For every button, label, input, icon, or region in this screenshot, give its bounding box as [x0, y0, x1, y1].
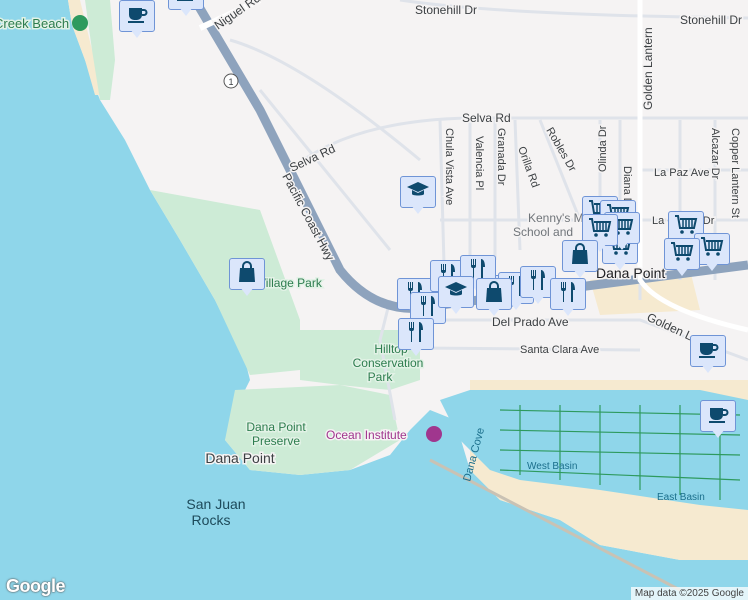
ocean-institute-label[interactable]: Ocean Institute	[325, 427, 409, 444]
marker-box	[550, 278, 586, 310]
cart-icon	[669, 240, 695, 269]
coffee-marker[interactable]	[119, 0, 155, 40]
restaurant-icon	[525, 268, 551, 297]
coffee-icon	[705, 402, 731, 431]
coffee-marker[interactable]	[168, 0, 204, 18]
map-canvas[interactable]: 1 Creek Beach Stonehill Dr Stonehill Dr …	[0, 0, 748, 600]
granada-dr-label: Granada Dr	[495, 128, 507, 186]
marker-pointer	[561, 307, 575, 316]
marker-pointer	[705, 262, 719, 271]
marker-box	[400, 176, 436, 208]
marker-box	[119, 0, 155, 32]
museum-icon[interactable]	[426, 426, 442, 442]
marker-pointer	[711, 429, 725, 438]
stonehill-dr-label: Stonehill Dr	[415, 3, 477, 17]
google-logo: Google	[6, 576, 66, 596]
golden-lantern-label: Golden Lantern	[641, 27, 655, 110]
marker-pointer	[531, 295, 545, 304]
santa-clara-ave-label: Santa Clara Ave	[520, 344, 599, 356]
san-juan-rocks-label-1: San Juan	[186, 496, 245, 512]
valencia-pl-label: Valencia Pl	[473, 136, 485, 190]
marker-pointer	[675, 267, 689, 276]
preserve-label-1[interactable]: Dana Point	[245, 419, 308, 436]
marker-pointer	[449, 305, 463, 314]
marker-box	[664, 238, 700, 270]
shopping-marker[interactable]	[476, 278, 512, 318]
la-paz-ave-label: La Paz Ave	[654, 167, 709, 179]
stonehill-dr-label-2: Stonehill Dr	[680, 13, 742, 27]
coffee-marker[interactable]	[700, 400, 736, 440]
marker-box	[229, 258, 265, 290]
marker-box	[700, 400, 736, 432]
marker-pointer	[573, 269, 587, 278]
marker-box	[562, 240, 598, 272]
route-1-label: 1	[228, 77, 233, 87]
hilltop-label-3[interactable]: Park	[366, 369, 395, 386]
marker-pointer	[701, 364, 715, 373]
map-attribution[interactable]: Map data ©2025 Google	[630, 587, 748, 600]
creek-beach-label[interactable]: Creek Beach	[0, 15, 71, 33]
copper-lantern-st-label: Copper Lantern St	[729, 128, 741, 218]
marker-pointer	[130, 29, 144, 38]
coffee-marker[interactable]	[690, 335, 726, 375]
coffee-icon	[695, 337, 721, 366]
shopping-icon	[234, 260, 260, 289]
cart-marker[interactable]	[664, 238, 700, 278]
shopping-marker[interactable]	[562, 240, 598, 280]
education-marker[interactable]	[400, 176, 436, 216]
cart-icon	[699, 235, 725, 264]
san-juan-rocks-label-2: Rocks	[192, 512, 231, 528]
coffee-icon	[124, 2, 150, 31]
marker-pointer	[240, 287, 254, 296]
preserve-label-2[interactable]: Preserve	[250, 433, 301, 450]
shopping-marker[interactable]	[229, 258, 265, 298]
restaurant-icon	[403, 320, 429, 349]
education-icon	[443, 278, 469, 307]
marker-pointer	[487, 307, 501, 316]
park-pin-icon[interactable]	[72, 15, 88, 31]
west-basin-label: West Basin	[527, 461, 577, 472]
education-icon	[405, 178, 431, 207]
east-basin-label: East Basin	[657, 492, 705, 503]
shopping-icon	[481, 280, 507, 309]
hilltop-label-2[interactable]: Conservation	[351, 355, 425, 372]
marker-box	[398, 318, 434, 350]
village-park-label[interactable]: Village Park	[257, 275, 325, 292]
marker-pointer	[613, 261, 627, 270]
restaurant-icon	[555, 280, 581, 309]
marker-box	[476, 278, 512, 310]
selva-rd-label: Selva Rd	[462, 111, 511, 125]
restaurant-marker[interactable]	[550, 278, 586, 318]
restaurant-marker[interactable]	[398, 318, 434, 358]
olinda-dr-label: Olinda Dr	[597, 125, 609, 172]
shopping-icon	[567, 242, 593, 271]
dana-point-headland-label: Dana Point	[205, 450, 274, 466]
marker-box	[438, 276, 474, 308]
marker-pointer	[409, 347, 423, 356]
kennys-label-2[interactable]: School and	[512, 224, 575, 241]
marker-pointer	[179, 7, 193, 16]
chula-vista-ave-label: Chula Vista Ave	[443, 128, 455, 205]
education-marker[interactable]	[438, 276, 474, 316]
marker-pointer	[411, 205, 425, 214]
marker-box	[690, 335, 726, 367]
alcazar-dr-label: Alcazar Dr	[709, 128, 721, 180]
